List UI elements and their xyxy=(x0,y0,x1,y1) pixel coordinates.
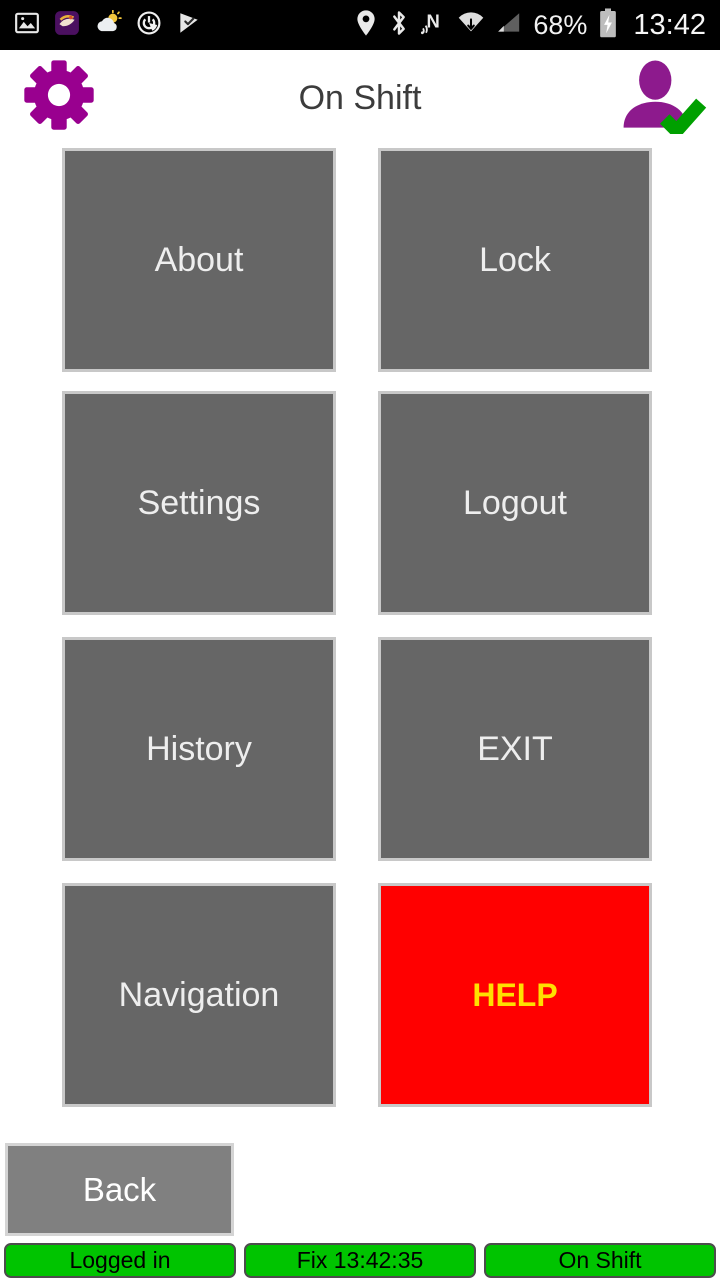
status-bar-left-icons xyxy=(0,9,202,41)
tile-lock[interactable]: Lock xyxy=(378,148,652,372)
app-notification-icon xyxy=(54,10,80,41)
back-button[interactable]: Back xyxy=(5,1143,234,1236)
status-footer: Logged in Fix 13:42:35 On Shift xyxy=(0,1241,720,1280)
tile-exit[interactable]: EXIT xyxy=(378,637,652,861)
back-button-label: Back xyxy=(82,1170,157,1208)
status-bar: N 68% 13:42 xyxy=(0,0,720,50)
tile-label: About xyxy=(154,241,244,279)
battery-charging-icon xyxy=(598,7,618,43)
checkmark-flag-icon xyxy=(176,10,202,41)
svg-text:N: N xyxy=(427,10,440,31)
tile-settings[interactable]: Settings xyxy=(62,391,336,615)
status-chip-label: Logged in xyxy=(69,1247,171,1273)
status-bar-right-icons: N 68% 13:42 xyxy=(354,7,720,43)
tile-label: Logout xyxy=(463,484,567,522)
tile-label: Navigation xyxy=(118,976,280,1014)
weather-partly-cloudy-icon xyxy=(94,9,122,41)
settings-button[interactable] xyxy=(17,55,101,139)
status-chip-label: On Shift xyxy=(558,1247,642,1273)
main-menu-grid: About Lock Settings Logout History EXIT … xyxy=(0,146,720,1134)
nfc-icon: N xyxy=(420,9,446,42)
tile-about[interactable]: About xyxy=(62,148,336,372)
tile-label: EXIT xyxy=(477,730,553,768)
tile-label: History xyxy=(146,730,252,768)
tile-logout[interactable]: Logout xyxy=(378,391,652,615)
tile-help[interactable]: HELP xyxy=(378,883,652,1107)
tile-label: Settings xyxy=(137,484,261,522)
bluetooth-icon xyxy=(389,9,409,42)
power-timer-icon xyxy=(136,10,162,41)
tile-navigation[interactable]: Navigation xyxy=(62,883,336,1107)
tile-label: HELP xyxy=(472,977,558,1013)
app-header: On Shift xyxy=(0,50,720,146)
status-chip-label: Fix 13:42:35 xyxy=(296,1247,424,1273)
battery-percent-label: 68% xyxy=(533,9,588,40)
status-chip-shift[interactable]: On Shift xyxy=(484,1243,716,1278)
user-status-button[interactable] xyxy=(608,56,712,141)
tile-history[interactable]: History xyxy=(62,637,336,861)
gear-icon xyxy=(22,58,96,137)
screenshot-image-icon xyxy=(14,10,40,41)
wifi-icon xyxy=(457,10,485,41)
status-chip-gps-fix[interactable]: Fix 13:42:35 xyxy=(244,1243,476,1278)
user-checked-icon xyxy=(612,58,708,141)
cellular-signal-icon xyxy=(496,10,522,41)
status-chip-login[interactable]: Logged in xyxy=(4,1243,236,1278)
tile-label: Lock xyxy=(479,241,551,279)
location-pin-icon xyxy=(354,9,378,42)
status-bar-clock: 13:42 xyxy=(633,8,706,41)
